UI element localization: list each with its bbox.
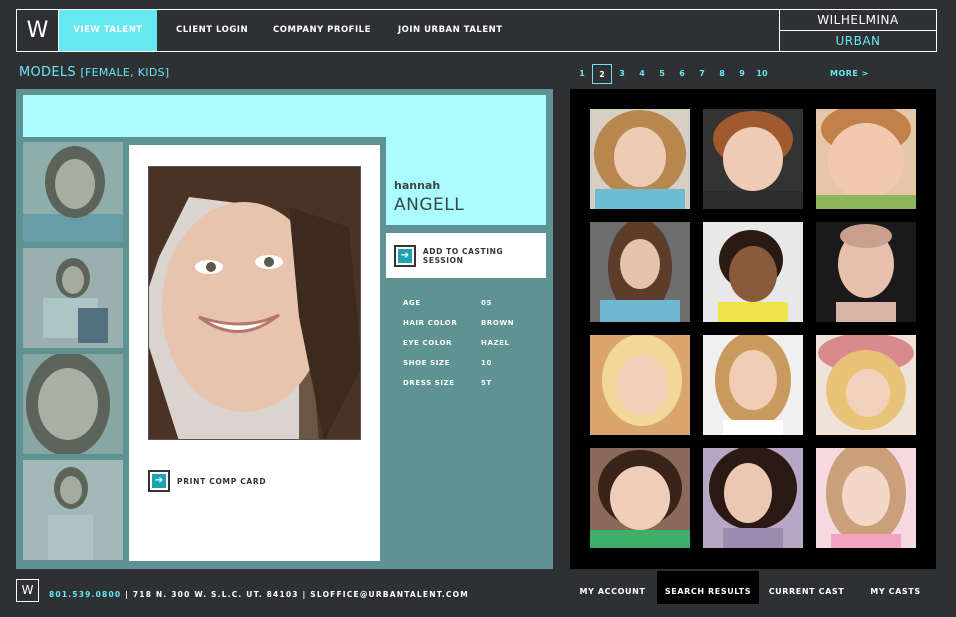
model-thumbnail[interactable] [703,335,803,435]
profile-thumbnail[interactable] [23,142,123,242]
stat-value-eye-color: HAZEL [481,339,510,347]
main-photo-card: ➔ PRINT COMP CARD [129,145,380,561]
page-link-8[interactable]: 8 [712,64,732,84]
stat-label-hair-color: HAIR COLOR [403,319,458,327]
profile-thumbnail[interactable] [23,354,123,454]
model-thumbnail[interactable] [590,335,690,435]
stat-label-eye-color: EYE COLOR [403,339,453,347]
model-last-name: ANGELL [394,195,465,215]
model-stats: AGE 05 HAIR COLOR BROWN EYE COLOR HAZEL … [386,284,546,562]
profile-thumbnail[interactable] [23,460,123,560]
nav-view-talent[interactable]: VIEW TALENT [59,10,157,51]
tab-my-account[interactable]: MY ACCOUNT [570,571,655,604]
model-thumbnail[interactable] [816,448,916,548]
profile-thumbnail[interactable] [23,248,123,348]
models-title: MODELS [19,65,76,80]
tab-search-results[interactable]: SEARCH RESULTS [657,571,759,604]
tab-current-cast[interactable]: CURRENT CAST [761,571,852,604]
nav-company-profile[interactable]: COMPANY PROFILE [273,10,371,51]
stat-label-shoe-size: SHOE SIZE [403,359,450,367]
nav-join-urban-talent[interactable]: JOIN URBAN TALENT [398,10,503,51]
page-link-7[interactable]: 7 [692,64,712,84]
wilhelmina-logo[interactable]: W [17,10,59,51]
stat-value-hair-color: BROWN [481,319,515,327]
footer-address: | 718 N. 300 W. S.L.C. UT. 84103 | SLOFF… [125,590,469,599]
model-thumbnail[interactable] [590,222,690,322]
footer-logo[interactable]: W [16,579,39,602]
more-pages-link[interactable]: MORE > [830,69,869,78]
arrow-right-icon: ➔ [394,244,416,267]
model-first-name: hannah [394,179,441,192]
footer-contact-info: 801.539.0800 | 718 N. 300 W. S.L.C. UT. … [49,590,469,599]
page-link-4[interactable]: 4 [632,64,652,84]
model-thumbnail[interactable] [703,109,803,209]
model-name-box: hannah ANGELL [386,137,546,225]
stat-value-dress-size: 5T [481,379,492,387]
tab-my-casts[interactable]: MY CASTS [855,571,936,604]
print-comp-card-button[interactable]: ➔ PRINT COMP CARD [148,470,266,492]
pagination: 1 2 3 4 5 6 7 8 9 10 [572,64,772,84]
models-filter: [FEMALE, KIDS] [80,66,170,79]
footer-phone: 801.539.0800 [49,590,122,599]
page-link-1[interactable]: 1 [572,64,592,84]
model-thumbnail[interactable] [816,222,916,322]
model-thumbnail[interactable] [703,222,803,322]
brand-block: WILHELMINA URBAN [779,10,936,51]
stat-value-shoe-size: 10 [481,359,492,367]
models-heading: MODELS [FEMALE, KIDS] [19,65,169,80]
page-link-2-current[interactable]: 2 [592,64,612,84]
brand-urban[interactable]: URBAN [780,31,936,51]
add-to-casting-label: ADD TO CASTING SESSION [422,246,504,265]
model-thumbnail[interactable] [816,109,916,209]
profile-header-bar [23,95,546,137]
page-link-9[interactable]: 9 [732,64,752,84]
model-thumbnail[interactable] [590,448,690,548]
search-results-gallery [570,89,936,569]
add-to-casting-session-button[interactable]: ➔ ADD TO CASTING SESSION [386,233,546,278]
page-link-10[interactable]: 10 [752,64,772,84]
page-link-6[interactable]: 6 [672,64,692,84]
stat-label-dress-size: DRESS SIZE [403,379,455,387]
page-link-5[interactable]: 5 [652,64,672,84]
main-model-photo[interactable] [148,166,361,440]
top-navigation: W VIEW TALENT CLIENT LOGIN COMPANY PROFI… [16,9,937,52]
arrow-right-icon: ➔ [148,470,170,492]
nav-client-login[interactable]: CLIENT LOGIN [176,10,248,51]
model-thumbnail[interactable] [816,335,916,435]
stat-value-age: 05 [481,299,492,307]
brand-wilhelmina[interactable]: WILHELMINA [780,10,936,31]
print-comp-card-label: PRINT COMP CARD [177,476,267,486]
model-thumbnail[interactable] [590,109,690,209]
model-thumbnail[interactable] [703,448,803,548]
stat-label-age: AGE [403,299,421,307]
profile-panel: ➔ PRINT COMP CARD hannah ANGELL ➔ ADD TO… [16,89,553,569]
page-link-3[interactable]: 3 [612,64,632,84]
